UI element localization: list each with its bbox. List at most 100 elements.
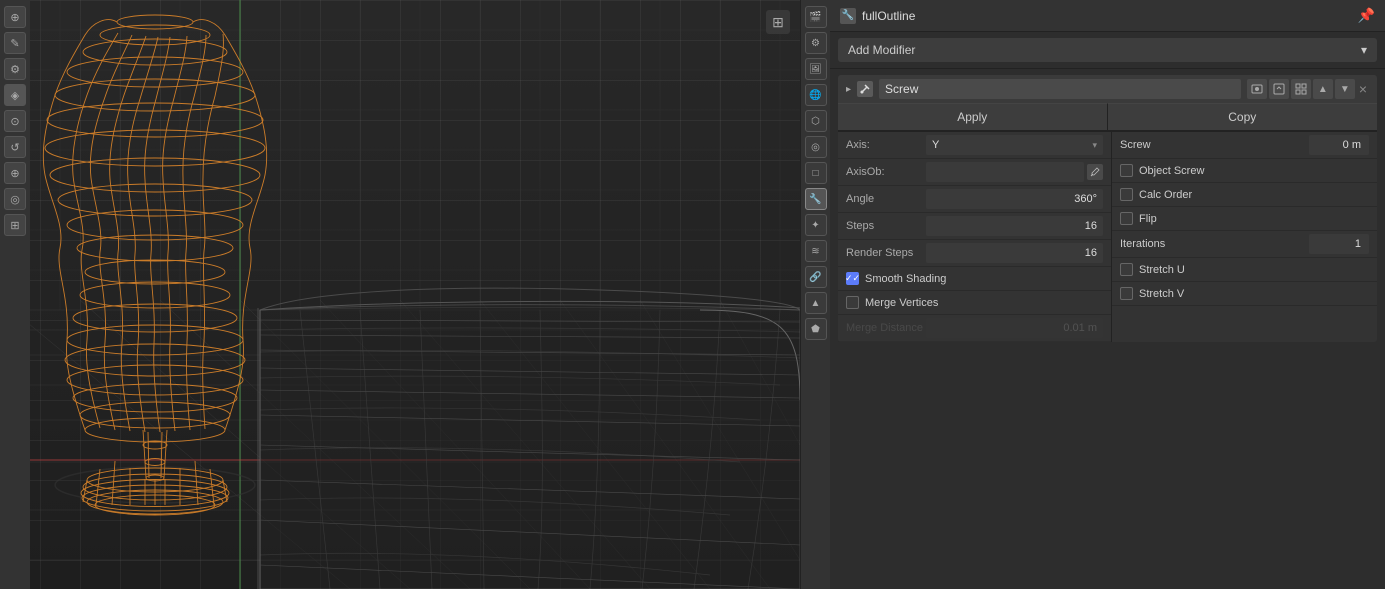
axis-ob-value[interactable] <box>926 162 1084 182</box>
tool-btn-4[interactable]: ◈ <box>4 84 26 106</box>
panel-icon: 🔧 <box>840 8 856 24</box>
angle-row: Angle 360° <box>838 186 1111 213</box>
right-props: Screw 0 m Object Screw Calc Order <box>1112 132 1377 342</box>
object-screw-checkbox[interactable] <box>1120 164 1133 177</box>
axis-ob-label: AxisOb: <box>846 166 926 178</box>
axis-chevron: ▾ <box>1092 140 1097 151</box>
viewport-left-toolbar: ⊕ ✎ ⚙ ◈ ⊙ ↺ ⊕ ◎ ⊞ <box>0 0 30 589</box>
merge-distance-value: 0.01 m <box>926 318 1103 338</box>
flip-label: Flip <box>1139 213 1157 225</box>
3d-viewport[interactable]: ⊞ ⊕ ✎ ⚙ ◈ ⊙ ↺ ⊕ ◎ ⊞ <box>0 0 800 589</box>
add-modifier-button[interactable]: Add Modifier ▾ <box>838 38 1377 62</box>
render-steps-row: Render Steps 16 <box>838 240 1111 267</box>
screw-value[interactable]: 0 m <box>1309 135 1369 155</box>
stretch-v-label: Stretch V <box>1139 288 1184 300</box>
smooth-shading-row: ✓ Smooth Shading <box>838 267 1111 291</box>
left-props: Axis: Y ▾ AxisOb: <box>838 132 1112 342</box>
viewport-canvas: ⊞ <box>0 0 800 589</box>
copy-button[interactable]: Copy <box>1108 103 1378 130</box>
smooth-shading-checkbox[interactable]: ✓ <box>846 272 859 285</box>
modifier-name-input[interactable] <box>879 79 1241 99</box>
stretch-u-checkbox[interactable] <box>1120 263 1133 276</box>
icon-btn-world[interactable]: ◎ <box>805 136 827 158</box>
properties-content: 🔧 fullOutline 📌 Add Modifier ▾ ▸ <box>830 0 1385 589</box>
icon-btn-render[interactable]: 🖼 <box>805 58 827 80</box>
stretch-v-row: Stretch V <box>1112 282 1377 306</box>
render-icon-btn[interactable] <box>1247 79 1267 99</box>
icon-btn-material[interactable]: ⬟ <box>805 318 827 340</box>
tool-btn-5[interactable]: ⊙ <box>4 110 26 132</box>
iterations-row: Iterations 1 <box>1112 231 1377 258</box>
merge-distance-row: Merge Distance 0.01 m <box>838 315 1111 342</box>
panel-header-left: 🔧 fullOutline <box>840 8 915 24</box>
viewport-grid-icon[interactable]: ⊞ <box>766 10 790 34</box>
angle-value[interactable]: 360° <box>926 189 1103 209</box>
merge-distance-label: Merge Distance <box>846 322 926 334</box>
modifier-body: Axis: Y ▾ AxisOb: <box>838 131 1377 342</box>
icon-btn-object[interactable]: □ <box>805 162 827 184</box>
icon-btn-output[interactable]: 🌐 <box>805 84 827 106</box>
tool-btn-7[interactable]: ⊕ <box>4 162 26 184</box>
steps-value[interactable]: 16 <box>926 216 1103 236</box>
stretch-v-checkbox[interactable] <box>1120 287 1133 300</box>
icon-btn-modifier[interactable]: 🔧 <box>805 188 827 210</box>
tool-btn-1[interactable]: ⊕ <box>4 6 26 28</box>
tool-btn-8[interactable]: ◎ <box>4 188 26 210</box>
modifier-icon <box>857 81 873 97</box>
screw-label: Screw <box>1120 139 1303 151</box>
modifier-collapse-arrow[interactable]: ▸ <box>846 84 851 95</box>
eyedropper-icon[interactable] <box>1087 164 1103 180</box>
calc-order-checkbox[interactable] <box>1120 188 1133 201</box>
smooth-shading-label: Smooth Shading <box>865 273 946 285</box>
stretch-u-label: Stretch U <box>1139 264 1185 276</box>
icon-btn-particles[interactable]: ✦ <box>805 214 827 236</box>
tool-btn-9[interactable]: ⊞ <box>4 214 26 236</box>
icon-btn-scene[interactable]: ⚙ <box>805 32 827 54</box>
icon-btn-camera[interactable]: 🎬 <box>805 6 827 28</box>
tool-btn-6[interactable]: ↺ <box>4 136 26 158</box>
iterations-value[interactable]: 1 <box>1309 234 1369 254</box>
tool-btn-3[interactable]: ⚙ <box>4 58 26 80</box>
merge-vertices-row: Merge Vertices <box>838 291 1111 315</box>
screw-row: Screw 0 m <box>1112 132 1377 159</box>
icon-btn-constraints[interactable]: 🔗 <box>805 266 827 288</box>
edit-icon-btn[interactable] <box>1291 79 1311 99</box>
add-modifier-arrow: ▾ <box>1361 43 1367 57</box>
flip-checkbox[interactable] <box>1120 212 1133 225</box>
calc-order-row: Calc Order <box>1112 183 1377 207</box>
merge-vertices-checkbox[interactable] <box>846 296 859 309</box>
angle-label: Angle <box>846 193 926 205</box>
axis-select[interactable]: Y ▾ <box>926 135 1103 155</box>
move-down-btn[interactable]: ▼ <box>1335 79 1355 99</box>
icon-btn-data[interactable]: ▲ <box>805 292 827 314</box>
axis-value: Y <box>932 139 939 151</box>
viewport-icon-btn[interactable] <box>1269 79 1289 99</box>
action-row: Apply Copy <box>838 103 1377 131</box>
pin-icon[interactable]: 📌 <box>1358 7 1375 24</box>
icon-btn-view[interactable]: ⬡ <box>805 110 827 132</box>
axis-row: Axis: Y ▾ <box>838 132 1111 159</box>
modifier-close-btn[interactable]: × <box>1357 81 1369 97</box>
add-modifier-label: Add Modifier <box>848 43 915 57</box>
modifier-section-screw: ▸ <box>838 75 1377 342</box>
panel-title: fullOutline <box>862 9 915 23</box>
render-steps-value[interactable]: 16 <box>926 243 1103 263</box>
object-screw-label: Object Screw <box>1139 165 1204 177</box>
icon-btn-physics[interactable]: ≋ <box>805 240 827 262</box>
move-up-btn[interactable]: ▲ <box>1313 79 1333 99</box>
calc-order-label: Calc Order <box>1139 189 1192 201</box>
properties-panel: 🎬 ⚙ 🖼 🌐 ⬡ ◎ □ 🔧 ✦ ≋ 🔗 ▲ ⬟ 🔧 fullOutline … <box>800 0 1385 589</box>
tool-btn-2[interactable]: ✎ <box>4 32 26 54</box>
steps-row: Steps 16 <box>838 213 1111 240</box>
modifier-actions: ▲ ▼ × <box>1247 79 1369 99</box>
apply-button[interactable]: Apply <box>838 103 1108 130</box>
axis-ob-row: AxisOb: <box>838 159 1111 186</box>
iterations-label: Iterations <box>1120 238 1303 250</box>
stretch-u-row: Stretch U <box>1112 258 1377 282</box>
scene-svg <box>0 0 800 589</box>
flip-row: Flip <box>1112 207 1377 231</box>
add-modifier-row: Add Modifier ▾ <box>830 32 1385 69</box>
axis-label: Axis: <box>846 139 926 151</box>
modifier-header: ▸ <box>838 75 1377 103</box>
merge-vertices-label: Merge Vertices <box>865 297 938 309</box>
